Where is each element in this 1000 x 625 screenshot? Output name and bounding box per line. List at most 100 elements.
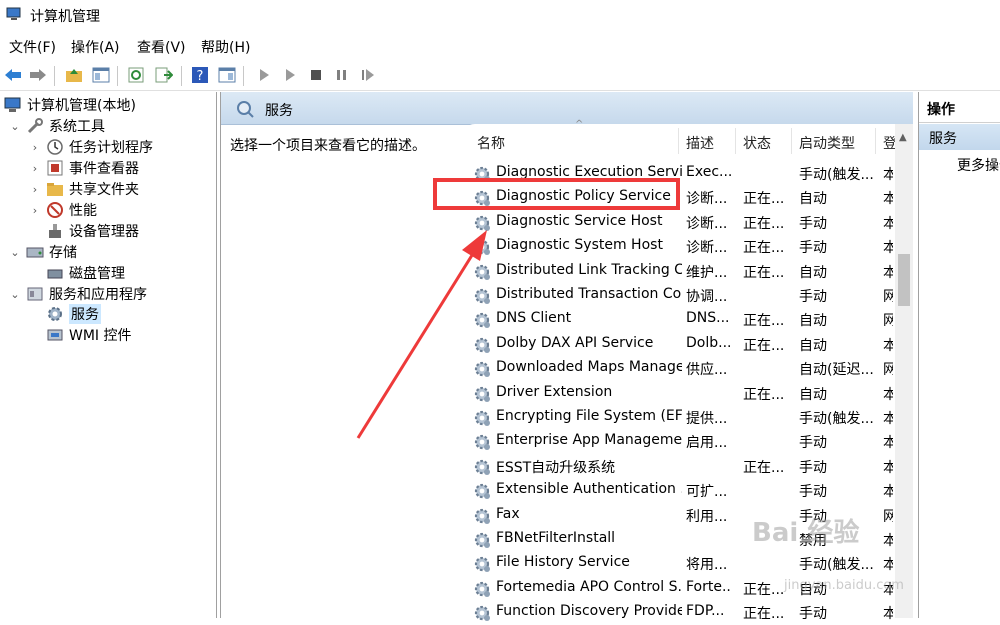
menu-action[interactable]: 操作(A) bbox=[71, 37, 120, 57]
tree-item-label: 设备管理器 bbox=[69, 224, 139, 240]
tree-item[interactable]: ⌄ 存储 bbox=[8, 242, 77, 262]
service-name: DNS Client bbox=[496, 310, 572, 327]
service-description: 利用... bbox=[686, 508, 728, 525]
expander-icon[interactable]: › bbox=[28, 183, 42, 196]
actions-pane: 操作 服务 更多操作 bbox=[918, 92, 1000, 618]
actions-section-services[interactable]: 服务 bbox=[919, 124, 1000, 150]
menu-file[interactable]: 文件(F) bbox=[9, 37, 56, 57]
service-startup-type: 手动(触发... bbox=[799, 557, 873, 574]
tree-item[interactable]: ⌄ 服务和应用程序 bbox=[8, 284, 147, 304]
service-description: 诊断... bbox=[686, 215, 728, 232]
tree-item[interactable]: WMI 控件 bbox=[28, 325, 132, 345]
service-startup-type: 自动 bbox=[799, 337, 827, 354]
stop-service-icon[interactable] bbox=[305, 64, 327, 86]
service-gear-icon bbox=[473, 238, 491, 256]
forward-icon[interactable] bbox=[27, 64, 49, 86]
scrollbar-thumb[interactable] bbox=[898, 254, 910, 306]
service-row[interactable]: DNS Client DNS... 正在... 自动 网 bbox=[461, 308, 893, 332]
expander-icon[interactable]: › bbox=[28, 204, 42, 217]
service-row[interactable]: Diagnostic Service Host 诊断... 正在... 手动 本 bbox=[461, 211, 893, 235]
help-icon[interactable]: ? bbox=[189, 64, 211, 86]
tree-item[interactable]: › 性能 bbox=[28, 200, 97, 220]
export-list-icon[interactable] bbox=[153, 64, 175, 86]
service-status: 正在... bbox=[743, 240, 785, 257]
tree-item-label: 磁盘管理 bbox=[69, 266, 125, 282]
pause-service-icon[interactable] bbox=[331, 64, 353, 86]
service-row[interactable]: Distributed Link Tracking C... 维护... 正在...… bbox=[461, 260, 893, 284]
menu-view[interactable]: 查看(V) bbox=[137, 37, 186, 57]
service-row[interactable]: Downloaded Maps Manager 供应... 自动(延迟... 网 bbox=[461, 357, 893, 381]
service-status: 正在... bbox=[743, 337, 785, 354]
service-description: 可扩... bbox=[686, 484, 728, 501]
scroll-up-icon[interactable]: ▲ bbox=[899, 132, 907, 143]
service-status: 正在... bbox=[743, 606, 785, 623]
service-status: 正在... bbox=[743, 191, 785, 208]
service-name: Dolby DAX API Service bbox=[496, 334, 654, 351]
services-header: 服务 bbox=[221, 92, 913, 125]
back-icon[interactable] bbox=[2, 64, 24, 86]
clock-icon bbox=[46, 138, 64, 156]
column-header-startup-type[interactable]: 启动类型 bbox=[799, 133, 855, 153]
start-service-alt-icon[interactable] bbox=[279, 64, 301, 86]
service-startup-type: 手动 bbox=[799, 215, 827, 232]
tree-item[interactable]: ⌄ 系统工具 bbox=[8, 116, 105, 136]
service-row[interactable]: Distributed Transaction Co... 协调... 手动 网 bbox=[461, 284, 893, 308]
column-header-status[interactable]: 状态 bbox=[743, 133, 771, 153]
services-header-label: 服务 bbox=[265, 103, 293, 119]
service-status: 正在... bbox=[743, 215, 785, 232]
service-status: 正在... bbox=[743, 313, 785, 330]
sort-ascending-icon: ^ bbox=[575, 119, 584, 130]
show-hide-tree-icon[interactable] bbox=[90, 64, 112, 86]
service-startup-type: 手动 bbox=[799, 435, 827, 452]
menu-help[interactable]: 帮助(H) bbox=[201, 37, 250, 57]
service-row[interactable]: Enterprise App Manageme... 启用... 手动 本 bbox=[461, 430, 893, 454]
service-row[interactable]: Extensible Authentication ... 可扩... 手动 本 bbox=[461, 479, 893, 503]
service-startup-type: 手动 bbox=[799, 240, 827, 257]
restart-service-icon[interactable] bbox=[357, 64, 379, 86]
service-gear-icon bbox=[473, 287, 491, 305]
tree-item[interactable]: 设备管理器 bbox=[28, 221, 139, 241]
expander-icon[interactable]: ⌄ bbox=[8, 120, 22, 133]
service-row[interactable]: Driver Extension 正在... 自动 本 bbox=[461, 382, 893, 406]
column-header-description[interactable]: 描述 bbox=[686, 133, 714, 153]
tree-item[interactable]: 计算机管理(本地) bbox=[4, 95, 136, 115]
service-gear-icon bbox=[473, 482, 491, 500]
service-row[interactable]: ESST自动升级系统 正在... 手动 本 bbox=[461, 455, 893, 479]
tree-item[interactable]: › 任务计划程序 bbox=[28, 137, 153, 157]
tree-item[interactable]: › 事件查看器 bbox=[28, 158, 139, 178]
service-logon: 本 bbox=[883, 215, 893, 232]
disk-icon bbox=[46, 264, 64, 282]
refresh-icon[interactable] bbox=[126, 64, 148, 86]
service-row[interactable]: File History Service 将用... 手动(触发... 本 bbox=[461, 552, 893, 576]
start-service-icon[interactable] bbox=[253, 64, 275, 86]
tree-item-label: 共享文件夹 bbox=[69, 182, 139, 198]
vertical-scrollbar[interactable]: ▲ bbox=[895, 124, 913, 618]
service-startup-type: 自动 bbox=[799, 191, 827, 208]
service-description: 诊断... bbox=[686, 191, 728, 208]
more-actions-link[interactable]: 更多操作 bbox=[957, 155, 1000, 175]
expander-icon[interactable]: ⌄ bbox=[8, 288, 22, 301]
actions-section-label: 服务 bbox=[929, 131, 957, 147]
tree-item[interactable]: › 共享文件夹 bbox=[28, 179, 139, 199]
service-status: 正在... bbox=[743, 386, 785, 403]
service-logon: 本 bbox=[883, 167, 893, 183]
service-row[interactable]: Function Discovery Provide... FDP... 正在...… bbox=[461, 601, 893, 625]
service-description: 维护... bbox=[686, 264, 728, 281]
service-row[interactable]: Encrypting File System (EFS) 提供... 手动(触发..… bbox=[461, 406, 893, 430]
service-startup-type: 手动 bbox=[799, 484, 827, 501]
service-description: FDP... bbox=[686, 603, 725, 620]
service-row[interactable]: Diagnostic System Host 诊断... 正在... 手动 本 bbox=[461, 235, 893, 259]
expander-icon[interactable]: › bbox=[28, 162, 42, 175]
service-description: Dolb... bbox=[686, 334, 732, 351]
description-prompt: 选择一个项目来查看它的描述。 bbox=[230, 138, 426, 154]
actions-header: 操作 bbox=[919, 92, 1000, 123]
tree-item[interactable]: 磁盘管理 bbox=[28, 263, 125, 283]
column-header-name[interactable]: 名称 bbox=[477, 133, 505, 153]
expander-icon[interactable]: › bbox=[28, 141, 42, 154]
up-folder-icon[interactable] bbox=[63, 64, 85, 86]
expander-icon[interactable]: ⌄ bbox=[8, 246, 22, 259]
service-row[interactable]: Dolby DAX API Service Dolb... 正在... 自动 本 bbox=[461, 333, 893, 357]
tree-item[interactable]: 服务 bbox=[28, 304, 101, 324]
properties-icon[interactable] bbox=[216, 64, 238, 86]
service-startup-type: 手动 bbox=[799, 606, 827, 623]
